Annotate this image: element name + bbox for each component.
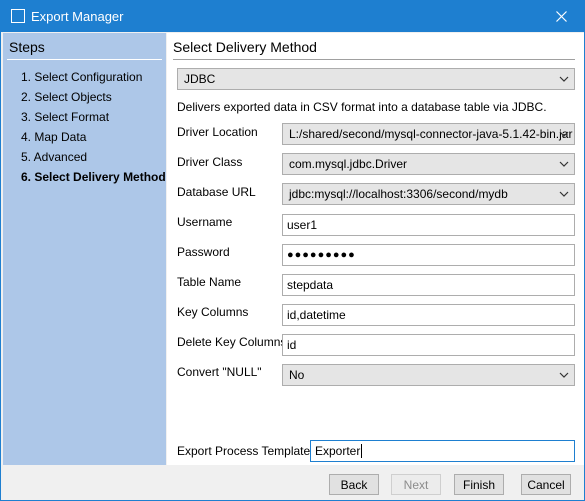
chevron-down-icon bbox=[559, 161, 569, 167]
chevron-down-icon bbox=[559, 131, 569, 137]
steps-divider bbox=[7, 59, 162, 60]
database-url-value: jdbc:mysql://localhost:3306/second/mydb bbox=[289, 187, 508, 201]
step-select-configuration[interactable]: 1. Select Configuration bbox=[21, 69, 166, 89]
key-columns-label: Key Columns bbox=[177, 305, 249, 319]
export-manager-window: Export Manager Steps 1. Select Configura… bbox=[0, 0, 585, 501]
back-button[interactable]: Back bbox=[329, 474, 379, 495]
driver-location-value: L:/shared/second/mysql-connector-java-5.… bbox=[289, 127, 573, 141]
export-template-label: Export Process Template: bbox=[177, 444, 314, 458]
step-advanced[interactable]: 5. Advanced bbox=[21, 149, 166, 169]
steps-list: 1. Select Configuration 2. Select Object… bbox=[21, 69, 166, 189]
driver-class-value: com.mysql.jdbc.Driver bbox=[289, 157, 408, 171]
chevron-down-icon bbox=[559, 76, 569, 82]
database-url-select[interactable]: jdbc:mysql://localhost:3306/second/mydb bbox=[282, 183, 575, 205]
steps-heading: Steps bbox=[9, 39, 45, 55]
driver-class-label: Driver Class bbox=[177, 155, 243, 169]
page-title: Select Delivery Method bbox=[173, 39, 317, 55]
password-mask: ●●●●●●●●● bbox=[287, 249, 356, 261]
username-label: Username bbox=[177, 215, 233, 229]
button-bar: Back Next Finish Cancel bbox=[1, 466, 584, 500]
convert-null-select[interactable]: No bbox=[282, 364, 575, 386]
next-button[interactable]: Next bbox=[391, 474, 441, 495]
delivery-method-value: JDBC bbox=[184, 72, 216, 86]
password-label: Password bbox=[177, 245, 230, 259]
convert-null-label: Convert "NULL" bbox=[177, 365, 262, 379]
main-panel: Select Delivery Method JDBC Delivers exp… bbox=[167, 33, 584, 465]
chevron-down-icon bbox=[559, 191, 569, 197]
database-url-label: Database URL bbox=[177, 185, 256, 199]
delivery-method-select[interactable]: JDBC bbox=[177, 68, 575, 90]
text-caret bbox=[361, 444, 363, 458]
steps-sidebar: Steps 1. Select Configuration 2. Select … bbox=[3, 33, 166, 465]
export-template-field[interactable]: Exporter bbox=[310, 440, 575, 462]
username-field[interactable]: user1 bbox=[282, 214, 575, 236]
window-title: Export Manager bbox=[31, 9, 124, 24]
step-select-objects[interactable]: 2. Select Objects bbox=[21, 89, 166, 109]
step-map-data[interactable]: 4. Map Data bbox=[21, 129, 166, 149]
cancel-button[interactable]: Cancel bbox=[521, 474, 571, 495]
driver-location-select[interactable]: L:/shared/second/mysql-connector-java-5.… bbox=[282, 123, 575, 145]
method-description: Delivers exported data in CSV format int… bbox=[177, 100, 547, 114]
close-window-button[interactable] bbox=[538, 1, 584, 32]
app-icon bbox=[11, 9, 25, 23]
finish-button[interactable]: Finish bbox=[454, 474, 504, 495]
key-columns-field[interactable]: id,datetime bbox=[282, 304, 575, 326]
chevron-down-icon bbox=[559, 372, 569, 378]
driver-location-label: Driver Location bbox=[177, 125, 258, 139]
title-bar: Export Manager bbox=[1, 1, 584, 32]
export-template-value: Exporter bbox=[315, 444, 361, 458]
delete-key-columns-field[interactable]: id bbox=[282, 334, 575, 356]
convert-null-value: No bbox=[289, 368, 305, 382]
step-select-format[interactable]: 3. Select Format bbox=[21, 109, 166, 129]
password-field[interactable]: ●●●●●●●●● bbox=[282, 244, 575, 266]
table-name-label: Table Name bbox=[177, 275, 242, 289]
table-name-field[interactable]: stepdata bbox=[282, 274, 575, 296]
step-select-delivery-method[interactable]: 6. Select Delivery Method bbox=[21, 169, 166, 189]
title-divider bbox=[173, 59, 575, 60]
driver-class-select[interactable]: com.mysql.jdbc.Driver bbox=[282, 153, 575, 175]
close-icon bbox=[555, 11, 567, 22]
delete-key-columns-label: Delete Key Columns bbox=[177, 335, 287, 349]
